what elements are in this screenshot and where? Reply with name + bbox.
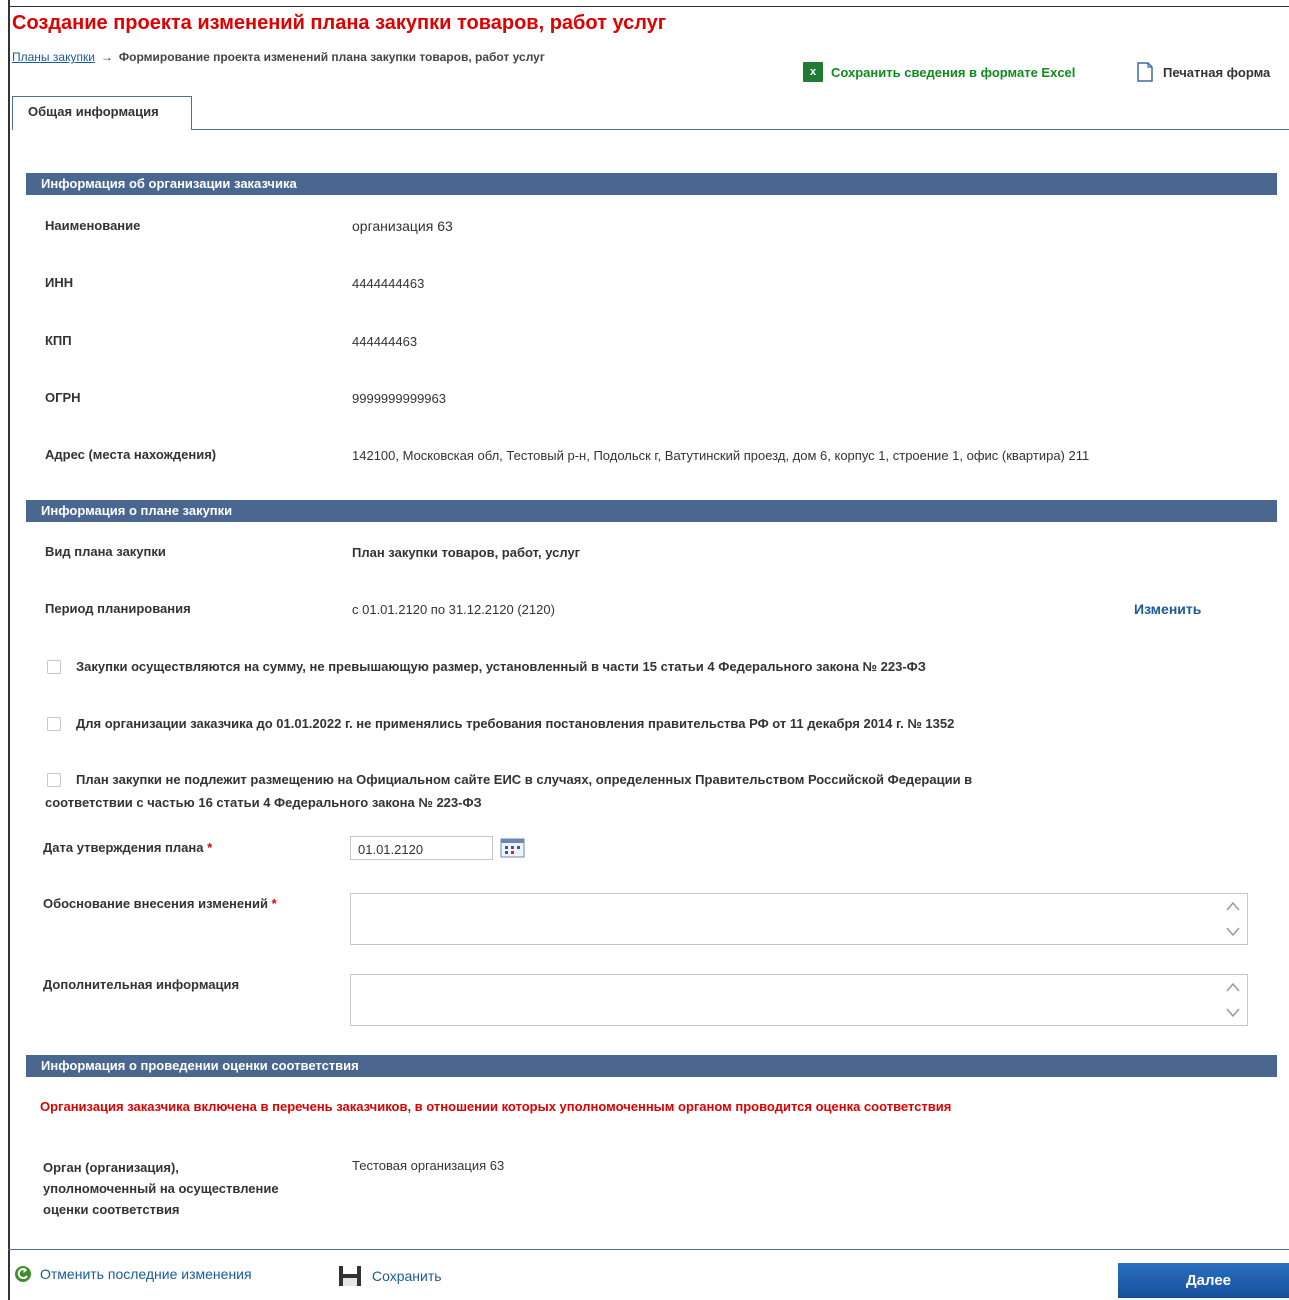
document-icon: [1137, 62, 1153, 82]
calendar-icon[interactable]: [500, 838, 525, 858]
field-label-inn: ИНН: [45, 275, 74, 290]
scroll-up-icon[interactable]: [1225, 981, 1241, 993]
breadcrumb-arrow: →: [100, 50, 113, 64]
excel-icon: x: [803, 62, 823, 82]
save-label: Сохранить: [372, 1268, 442, 1284]
undo-icon: [15, 1266, 31, 1282]
field-label-reason: Обоснование внесения изменений *: [43, 896, 277, 911]
field-label-approval-date: Дата утверждения плана *: [43, 840, 212, 855]
footer-divider: [8, 1249, 1289, 1250]
breadcrumb: Планы закупки → Формирование проекта измен…: [12, 50, 545, 64]
checkbox-not-published[interactable]: [47, 773, 61, 787]
print-form-link[interactable]: Печатная форма: [1137, 62, 1270, 82]
tab-strip-line: [191, 129, 1289, 130]
tab-general-info[interactable]: Общая информация: [12, 96, 192, 130]
checkbox-limit-sum[interactable]: [47, 660, 61, 674]
assessment-warning: Организация заказчика включена в перечен…: [40, 1099, 952, 1114]
field-label-kpp: КПП: [45, 333, 72, 348]
field-label-extra: Дополнительная информация: [43, 977, 240, 992]
scroll-down-icon[interactable]: [1225, 926, 1241, 938]
field-label-assessment-org: Орган (организация), уполномоченный на о…: [43, 1157, 279, 1220]
approval-date-label-text: Дата утверждения плана: [43, 840, 204, 855]
print-form-label: Печатная форма: [1163, 64, 1271, 80]
section-header-assessment: Информация о проведении оценки соответст…: [26, 1055, 1277, 1077]
assessment-org-label-line1: Орган (организация),: [43, 1160, 179, 1175]
section-header-customer: Информация об организации заказчика: [26, 173, 1277, 195]
checkbox-no-1352-label: Для организации заказчика до 01.01.2022 …: [76, 716, 955, 731]
save-link[interactable]: Сохранить: [338, 1265, 442, 1287]
checkbox-not-published-label-line2: соответствии с частью 16 статьи 4 Федера…: [45, 795, 482, 810]
change-period-link[interactable]: Изменить: [1134, 601, 1201, 617]
undo-changes-link[interactable]: Отменить последние изменения: [14, 1265, 252, 1283]
excel-export-link[interactable]: x Сохранить сведения в формате Excel: [803, 62, 1075, 82]
field-value-assessment-org: Тестовая организация 63: [352, 1158, 505, 1173]
approval-date-input[interactable]: 01.01.2120: [350, 836, 493, 860]
scroll-up-icon[interactable]: [1225, 900, 1241, 912]
field-value-plan-type: План закупки товаров, работ, услуг: [352, 545, 581, 560]
undo-changes-label: Отменить последние изменения: [40, 1266, 252, 1282]
save-disk-icon: [339, 1266, 361, 1286]
section-header-plan: Информация о плане закупки: [26, 500, 1277, 522]
assessment-org-label-line2: уполномоченный на осуществление: [43, 1181, 279, 1196]
page-title: Создание проекта изменений плана закупки…: [12, 12, 667, 34]
field-label-address: Адрес (места нахождения): [45, 447, 217, 462]
required-mark: *: [207, 840, 213, 855]
reason-label-text: Обоснование внесения изменений: [43, 896, 268, 911]
field-value-address: 142100, Московская обл, Тестовый р-н, По…: [352, 448, 1090, 463]
checkbox-not-published-label-line1: План закупки не подлежит размещению на О…: [76, 772, 973, 787]
page-left-border: [8, 0, 10, 1300]
field-label-ogrn: ОГРН: [45, 390, 81, 405]
checkbox-limit-sum-label: Закупки осуществляются на сумму, не прев…: [76, 659, 926, 674]
reason-textarea[interactable]: [350, 893, 1248, 945]
assessment-org-label-line3: оценки соответствия: [43, 1202, 180, 1217]
field-value-period: с 01.01.2120 по 31.12.2120 (2120): [352, 602, 555, 617]
required-mark: *: [271, 896, 277, 911]
field-value-name: организация 63: [352, 218, 453, 234]
field-value-inn: 4444444463: [352, 276, 425, 291]
breadcrumb-link-plans[interactable]: Планы закупки: [12, 50, 95, 64]
field-label-name: Наименование: [45, 218, 141, 233]
scroll-down-icon[interactable]: [1225, 1007, 1241, 1019]
checkbox-no-1352[interactable]: [47, 717, 61, 731]
field-label-plan-type: Вид плана закупки: [45, 544, 166, 559]
excel-export-label: Сохранить сведения в формате Excel: [831, 64, 1076, 80]
extra-info-textarea[interactable]: [350, 974, 1248, 1026]
field-value-ogrn: 9999999999963: [352, 391, 446, 406]
field-label-period: Период планирования: [45, 601, 191, 616]
next-button[interactable]: Далее: [1118, 1263, 1289, 1298]
breadcrumb-current: Формирование проекта изменений плана зак…: [118, 50, 545, 64]
field-value-kpp: 444444463: [352, 334, 418, 349]
page-top-border: [8, 6, 1289, 7]
